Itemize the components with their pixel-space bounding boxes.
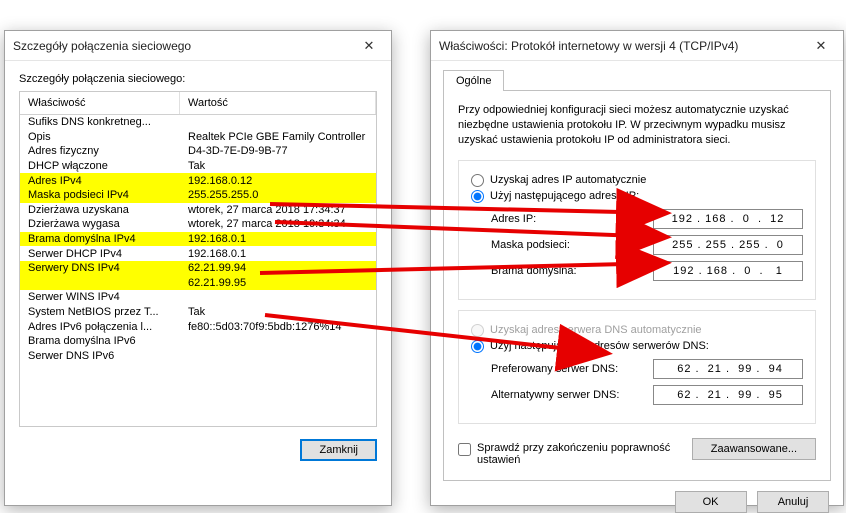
input-dns-primary[interactable] (653, 359, 803, 379)
cell-value: Tak (180, 305, 376, 320)
cell-value (180, 349, 376, 364)
section-label: Szczegóły połączenia sieciowego: (19, 73, 377, 85)
cell-value: 62.21.99.95 (180, 276, 376, 291)
cell-value: 192.168.0.1 (180, 246, 376, 261)
cell-value: 192.168.0.12 (180, 173, 376, 188)
details-table: Właściwość Wartość Sufiks DNS konkretneg… (19, 91, 377, 427)
checkbox-validate[interactable] (458, 443, 471, 456)
ip-group: Uzyskaj adres IP automatycznie Użyj nast… (458, 160, 816, 300)
input-mask[interactable] (653, 235, 803, 255)
table-row[interactable]: Brama domyślna IPv6 (20, 334, 376, 349)
input-ip[interactable] (653, 209, 803, 229)
cell-value (180, 115, 376, 130)
cell-value: D4-3D-7E-D9-9B-77 (180, 144, 376, 159)
tab-general[interactable]: Ogólne (443, 70, 504, 91)
table-row[interactable]: Serwer DNS IPv6 (20, 349, 376, 364)
window-title: Szczegóły połączenia sieciowego (13, 39, 355, 53)
cell-value: 255.255.255.0 (180, 188, 376, 203)
table-row[interactable]: Maska podsieci IPv4255.255.255.0 (20, 188, 376, 203)
table-row[interactable]: Dzierżawa uzyskanawtorek, 27 marca 2018 … (20, 203, 376, 218)
radio-dns-manual-label: Użyj następujących adresów serwerów DNS: (490, 340, 709, 352)
col-header-property[interactable]: Właściwość (20, 92, 180, 114)
cell-value: 62.21.99.94 (180, 261, 376, 276)
cell-value: wtorek, 27 marca 2018 17:34:37 (180, 203, 376, 218)
cell-property: Sufiks DNS konkretneg... (20, 115, 180, 130)
table-row[interactable]: Serwer DHCP IPv4192.168.0.1 (20, 246, 376, 261)
label-dns-primary: Preferowany serwer DNS: (491, 363, 653, 375)
titlebar: Szczegóły połączenia sieciowego ✕ (5, 31, 391, 61)
label-mask: Maska podsieci: (491, 239, 653, 251)
cell-property: Brama domyślna IPv4 (20, 232, 180, 247)
cell-property: Adres fizyczny (20, 144, 180, 159)
table-row[interactable]: Sufiks DNS konkretneg... (20, 115, 376, 130)
table-row[interactable]: Adres IPv4192.168.0.12 (20, 173, 376, 188)
cell-value (180, 334, 376, 349)
cell-value: wtorek, 27 marca 2018 19:34:34 (180, 217, 376, 232)
close-icon[interactable]: ✕ (807, 38, 835, 54)
dns-group: Uzyskaj adres serwera DNS automatycznie … (458, 310, 816, 424)
cell-value: fe80::5d03:70f9:5bdb:1276%14 (180, 319, 376, 334)
radio-dns-auto-label: Uzyskaj adres serwera DNS automatycznie (490, 324, 702, 336)
col-header-value[interactable]: Wartość (180, 92, 376, 114)
radio-dns-auto (471, 324, 484, 337)
radio-ip-manual[interactable] (471, 190, 484, 203)
window-title: Właściwości: Protokół internetowy w wers… (439, 39, 807, 53)
cell-value (180, 290, 376, 305)
input-gateway[interactable] (653, 261, 803, 281)
tab-strip: Ogólne (443, 69, 843, 90)
cell-property: Dzierżawa uzyskana (20, 203, 180, 218)
table-row[interactable]: Dzierżawa wygasawtorek, 27 marca 2018 19… (20, 217, 376, 232)
radio-ip-manual-label: Użyj następującego adresu IP: (490, 190, 639, 202)
intro-text: Przy odpowiedniej konfiguracji sieci moż… (458, 103, 816, 148)
cell-property: Opis (20, 130, 180, 145)
radio-dns-manual[interactable] (471, 340, 484, 353)
table-row[interactable]: 62.21.99.95 (20, 276, 376, 291)
cell-value: Tak (180, 159, 376, 174)
cancel-button[interactable]: Anuluj (757, 491, 829, 513)
cell-property: Maska podsieci IPv4 (20, 188, 180, 203)
cell-value: Realtek PCIe GBE Family Controller (180, 130, 376, 145)
table-row[interactable]: Adres fizycznyD4-3D-7E-D9-9B-77 (20, 144, 376, 159)
network-details-dialog: Szczegóły połączenia sieciowego ✕ Szczeg… (4, 30, 392, 506)
cell-property: Dzierżawa wygasa (20, 217, 180, 232)
label-dns-secondary: Alternatywny serwer DNS: (491, 389, 653, 401)
table-row[interactable]: System NetBIOS przez T...Tak (20, 305, 376, 320)
cell-property: System NetBIOS przez T... (20, 305, 180, 320)
input-dns-secondary[interactable] (653, 385, 803, 405)
radio-ip-auto-label: Uzyskaj adres IP automatycznie (490, 174, 646, 186)
cell-property: DHCP włączone (20, 159, 180, 174)
advanced-button[interactable]: Zaawansowane... (692, 438, 816, 460)
table-row[interactable]: Adres IPv6 połączenia l...fe80::5d03:70f… (20, 319, 376, 334)
cell-property: Serwery DNS IPv4 (20, 261, 180, 276)
titlebar: Właściwości: Protokół internetowy w wers… (431, 31, 843, 61)
cell-property: Adres IPv6 połączenia l... (20, 319, 180, 334)
table-row[interactable]: DHCP włączoneTak (20, 159, 376, 174)
label-gateway: Brama domyślna: (491, 265, 653, 277)
table-row[interactable]: Brama domyślna IPv4192.168.0.1 (20, 232, 376, 247)
checkbox-validate-label: Sprawdź przy zakończeniu poprawność usta… (477, 442, 678, 466)
table-row[interactable]: Serwer WINS IPv4 (20, 290, 376, 305)
cell-property: Serwer DHCP IPv4 (20, 246, 180, 261)
radio-ip-auto[interactable] (471, 174, 484, 187)
close-icon[interactable]: ✕ (355, 38, 383, 54)
cell-value: 192.168.0.1 (180, 232, 376, 247)
table-row[interactable]: Serwery DNS IPv462.21.99.94 (20, 261, 376, 276)
cell-property: Brama domyślna IPv6 (20, 334, 180, 349)
label-ip: Adres IP: (491, 213, 653, 225)
cell-property (20, 276, 180, 291)
close-button[interactable]: Zamknij (300, 439, 377, 461)
cell-property: Adres IPv4 (20, 173, 180, 188)
cell-property: Serwer WINS IPv4 (20, 290, 180, 305)
ok-button[interactable]: OK (675, 491, 747, 513)
ipv4-properties-dialog: Właściwości: Protokół internetowy w wers… (430, 30, 844, 506)
table-row[interactable]: OpisRealtek PCIe GBE Family Controller (20, 130, 376, 145)
cell-property: Serwer DNS IPv6 (20, 349, 180, 364)
